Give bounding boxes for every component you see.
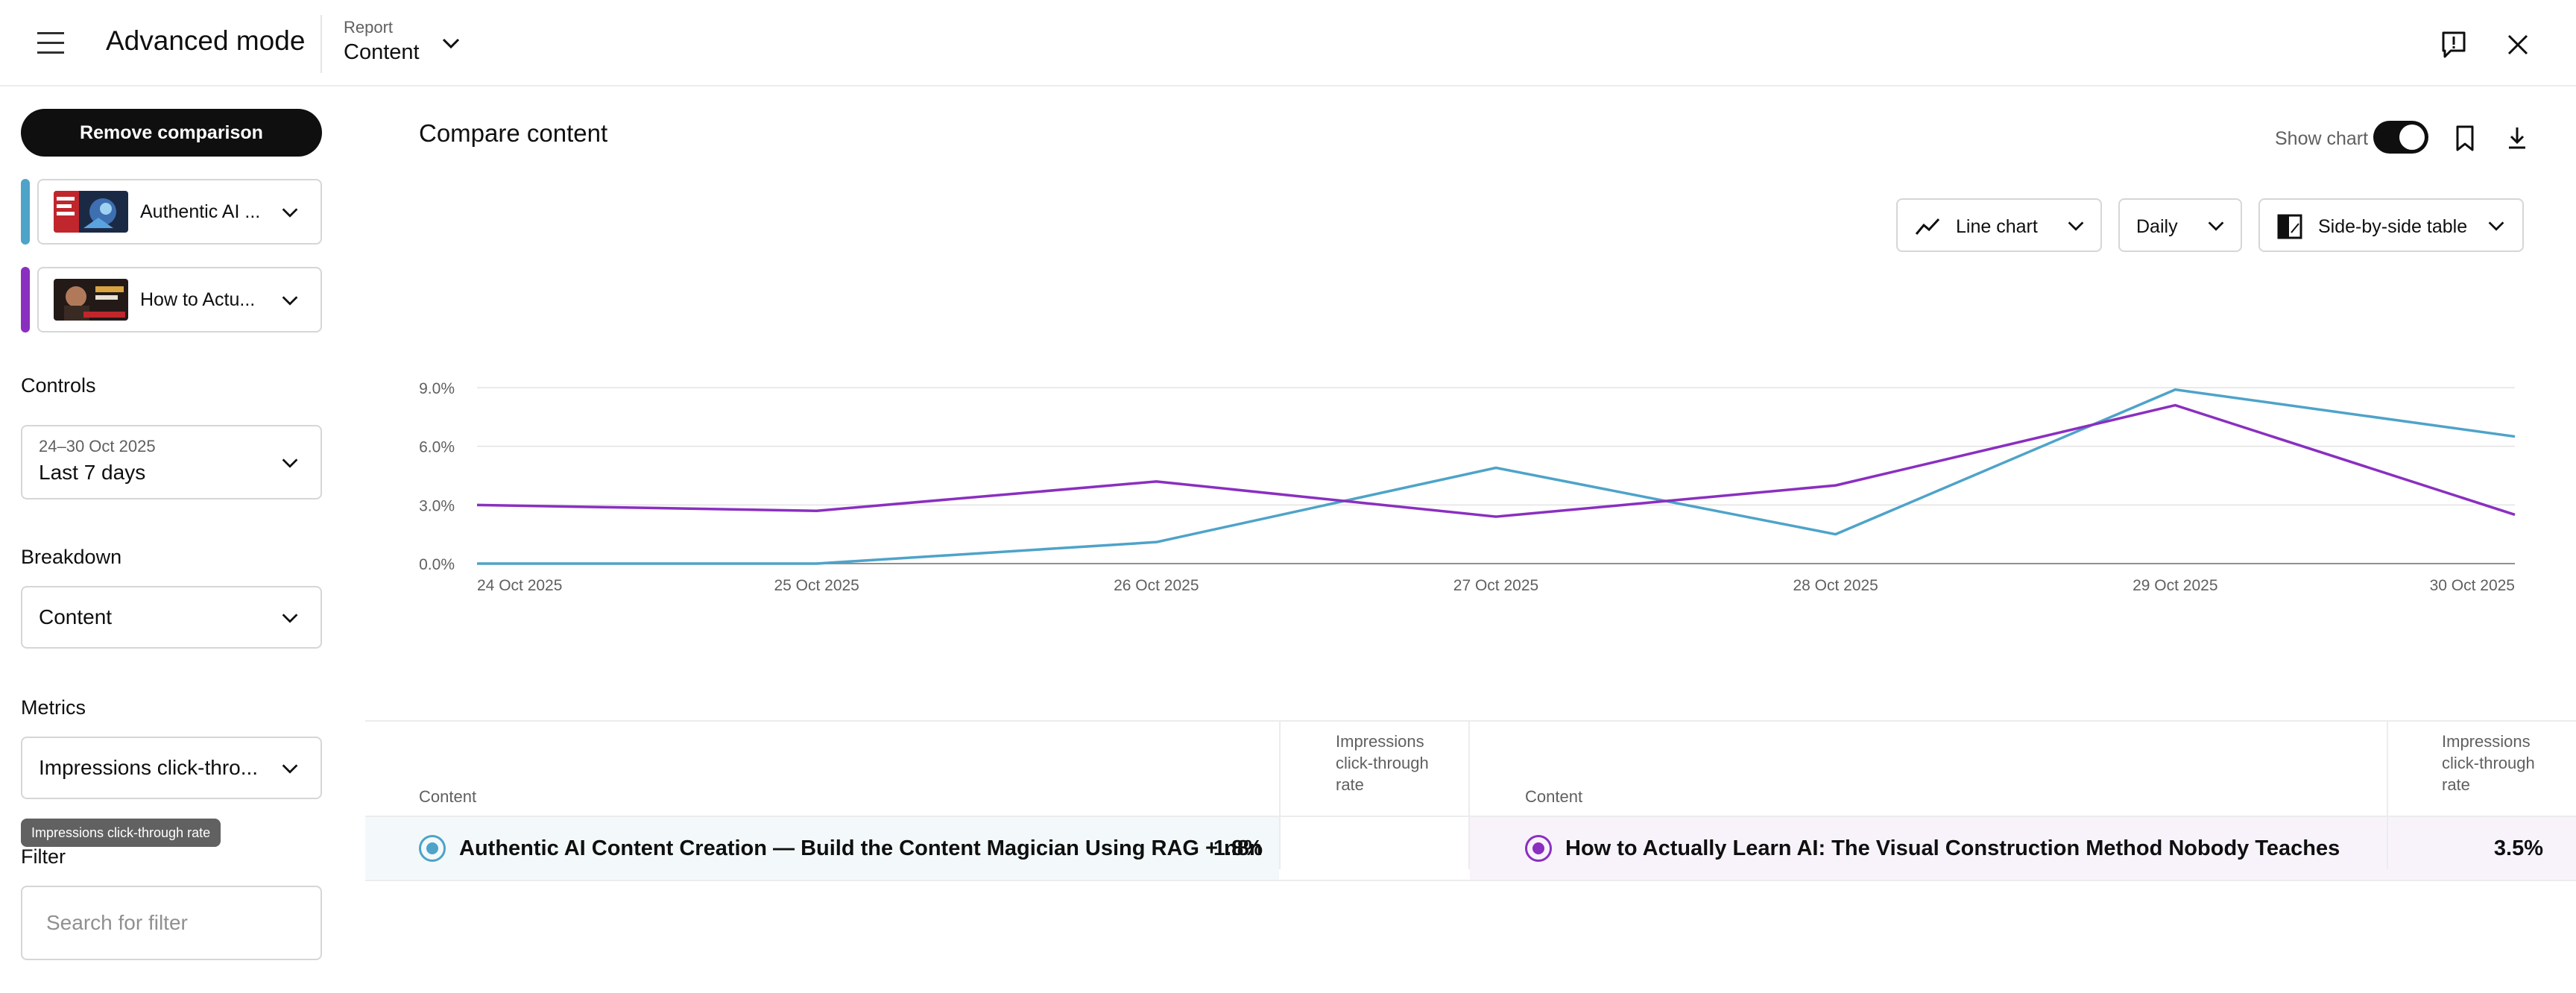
- x-tick-label: 27 Oct 2025: [1453, 577, 1538, 594]
- y-tick-label: 3.0%: [419, 497, 455, 514]
- table-divider: [365, 720, 2576, 722]
- chevron-down-icon: [282, 764, 298, 774]
- content-title[interactable]: Authentic AI Content Creation — Build th…: [459, 836, 1263, 861]
- video-thumbnail: [54, 191, 128, 233]
- column-divider: [1279, 720, 1281, 869]
- column-header-content: Content: [419, 787, 477, 806]
- column-divider: [1468, 720, 1470, 869]
- show-chart-toggle[interactable]: [2373, 121, 2428, 154]
- row-divider: [365, 880, 2576, 881]
- content-title[interactable]: How to Actually Learn AI: The Visual Con…: [1565, 836, 2340, 861]
- x-tick-label: 24 Oct 2025: [477, 577, 562, 594]
- radio-dot: [1532, 842, 1544, 854]
- comparison-item-1: Authentic AI ...: [21, 179, 322, 245]
- bookmark-icon[interactable]: [2448, 121, 2482, 155]
- series-line-2: [476, 403, 2516, 518]
- side-by-side-icon: [2277, 214, 2302, 239]
- comparison-color-bar: [21, 267, 30, 332]
- x-tick-label: 28 Oct 2025: [1793, 577, 1878, 594]
- breakdown-heading: Breakdown: [21, 546, 122, 568]
- column-header-metric: Impressions click-through rate: [2442, 732, 2535, 794]
- comparison-color-bar: [21, 179, 30, 245]
- date-range-selector[interactable]: 24–30 Oct 2025 Last 7 days: [21, 425, 322, 499]
- video-thumbnail: [54, 279, 128, 321]
- main-panel: Compare content Show chart Line chart Da…: [365, 88, 2576, 993]
- chevron-down-icon: [2488, 221, 2504, 231]
- line-chart-icon: [1915, 218, 1940, 235]
- x-tick-label: 30 Oct 2025: [2430, 577, 2515, 594]
- row-divider: [365, 816, 2576, 817]
- metric-value: 3.5%: [2493, 836, 2543, 860]
- chevron-down-icon: [282, 458, 298, 468]
- breakdown-selector[interactable]: Content: [21, 586, 322, 649]
- granularity-label: Daily: [2136, 216, 2178, 237]
- chevron-down-icon: [282, 296, 298, 306]
- column-header-metric: Impressions click-through rate: [1336, 732, 1429, 794]
- feedback-icon[interactable]: [2436, 27, 2472, 63]
- comparison-selector-1[interactable]: Authentic AI ...: [37, 179, 322, 245]
- chevron-down-icon: [282, 614, 298, 623]
- breakdown-value: Content: [39, 605, 113, 628]
- download-icon[interactable]: [2500, 121, 2534, 155]
- comparison-table: Content Impressions click-through rate C…: [365, 720, 2576, 881]
- comparison-item-2: How to Actu...: [21, 267, 322, 332]
- menu-icon[interactable]: [30, 25, 72, 61]
- chevron-down-icon: [282, 208, 298, 218]
- y-tick-label: 6.0%: [419, 439, 455, 456]
- close-icon[interactable]: [2500, 27, 2536, 63]
- chart-type-label: Line chart: [1956, 216, 2038, 237]
- report-selector[interactable]: Report Content: [344, 15, 478, 72]
- page-title: Advanced mode: [106, 25, 306, 56]
- report-caption: Report: [344, 18, 394, 37]
- top-bar: Advanced mode Report Content: [0, 0, 2576, 86]
- series-radio-button[interactable]: [419, 835, 446, 862]
- comparison-selector-2[interactable]: How to Actu...: [37, 267, 322, 332]
- x-tick-label: 29 Oct 2025: [2133, 577, 2217, 594]
- comparison-label: Authentic AI ...: [140, 201, 261, 222]
- metric-tooltip: Impressions click-through rate: [21, 819, 221, 847]
- chevron-down-icon: [442, 38, 460, 49]
- controls-heading: Controls: [21, 374, 96, 397]
- metrics-heading: Metrics: [21, 696, 86, 719]
- metric-value: 1.8%: [1213, 836, 1263, 860]
- series-radio-button[interactable]: [1525, 835, 1552, 862]
- y-tick-label: 9.0%: [419, 380, 455, 397]
- toggle-knob: [2399, 124, 2425, 150]
- filter-heading: Filter: [21, 845, 66, 868]
- granularity-dropdown[interactable]: Daily: [2118, 198, 2242, 252]
- date-range-caption: 24–30 Oct 2025: [39, 437, 156, 455]
- compare-title: Compare content: [419, 119, 608, 147]
- report-value: Content: [344, 40, 420, 64]
- table-mode-dropdown[interactable]: Side-by-side table: [2258, 198, 2524, 252]
- chevron-down-icon: [2208, 221, 2224, 231]
- header-divider: [321, 15, 322, 73]
- radio-dot: [426, 842, 438, 854]
- column-divider: [2387, 720, 2388, 869]
- chevron-down-icon: [2068, 221, 2084, 231]
- line-chart: 0.0% 3.0% 6.0% 9.0% 24 Oct 2025 25 Oct 2025 26…: [419, 380, 2516, 594]
- table-mode-label: Side-by-side table: [2318, 216, 2468, 237]
- sidebar: Remove comparison Authentic AI ... How t…: [0, 88, 343, 993]
- comparison-label: How to Actu...: [140, 289, 256, 310]
- x-tick-label: 26 Oct 2025: [1114, 577, 1199, 594]
- date-range-value: Last 7 days: [39, 461, 146, 484]
- metrics-selector[interactable]: Impressions click-thro...: [21, 737, 322, 799]
- column-header-content: Content: [1525, 787, 1583, 806]
- metrics-value: Impressions click-thro...: [39, 756, 259, 779]
- chart-type-dropdown[interactable]: Line chart: [1896, 198, 2102, 252]
- show-chart-label: Show chart: [2275, 128, 2369, 149]
- y-tick-label: 0.0%: [419, 556, 455, 573]
- remove-comparison-button[interactable]: Remove comparison: [21, 109, 322, 157]
- x-tick-label: 25 Oct 2025: [774, 577, 859, 594]
- filter-search-input[interactable]: [21, 886, 322, 960]
